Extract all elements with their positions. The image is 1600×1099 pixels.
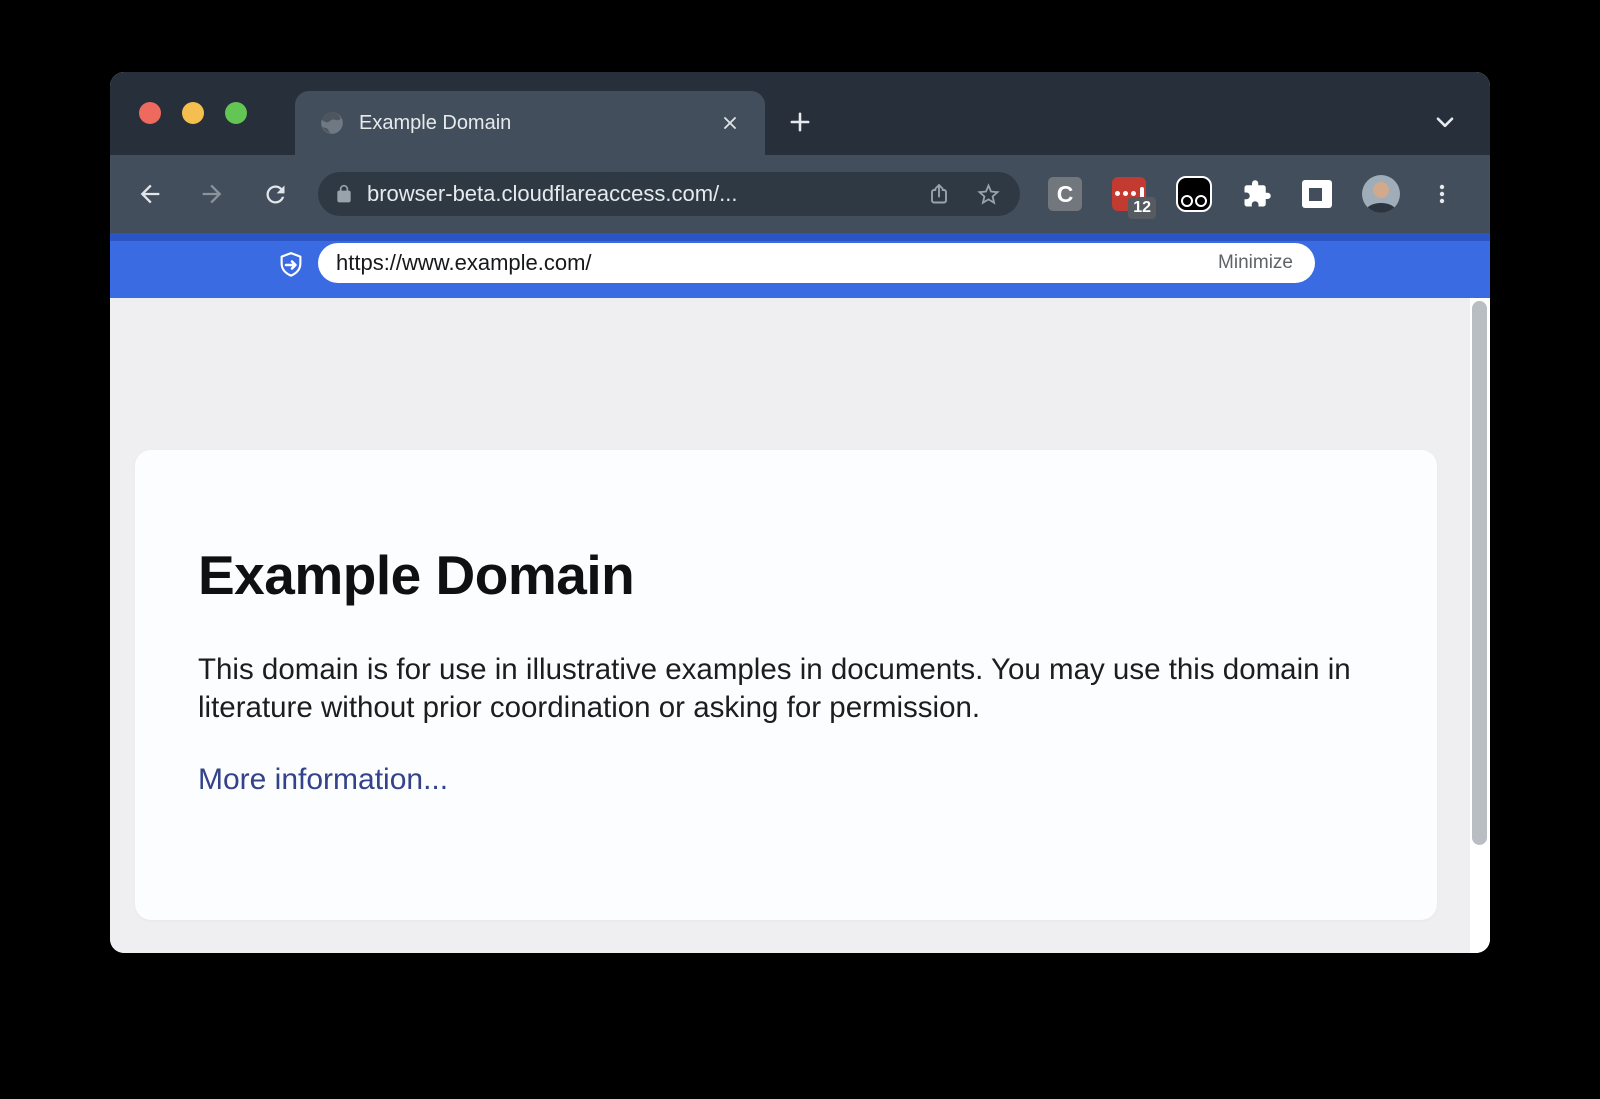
side-panel-inner [1309, 188, 1322, 201]
lock-icon [334, 184, 354, 204]
page-viewport: Example Domain This domain is for use in… [110, 298, 1490, 953]
share-icon[interactable] [927, 182, 951, 206]
fullscreen-window-button[interactable] [225, 102, 247, 124]
window-controls [139, 102, 247, 124]
isolation-url: https://www.example.com/ [336, 250, 1218, 276]
globe-favicon-icon [319, 110, 345, 136]
isolation-shield-icon [276, 250, 306, 280]
address-bar[interactable]: browser-beta.cloudflareaccess.com/... [318, 172, 1020, 216]
page-title: Example Domain [198, 544, 1377, 607]
extension-badge-count: 12 [1128, 197, 1156, 219]
avatar-head [1373, 182, 1389, 198]
minimize-button[interactable]: Minimize [1218, 252, 1293, 274]
extensions-row: C 12 [1048, 155, 1454, 233]
more-information-link[interactable]: More information... [198, 763, 448, 797]
tab-title: Example Domain [359, 112, 715, 135]
content-card: Example Domain This domain is for use in… [135, 450, 1437, 920]
new-tab-button[interactable] [778, 100, 822, 144]
window-titlebar[interactable]: Example Domain [110, 72, 1490, 155]
side-panel-icon[interactable] [1302, 180, 1332, 208]
browser-toolbar: browser-beta.cloudflareaccess.com/... C [110, 155, 1490, 233]
tab-close-icon[interactable] [715, 108, 745, 138]
tab-search-chevron-icon[interactable] [1424, 102, 1466, 142]
dot-icon [1123, 191, 1128, 196]
extensions-puzzle-icon[interactable] [1242, 179, 1272, 209]
browser-window: Example Domain [110, 72, 1490, 953]
close-window-button[interactable] [139, 102, 161, 124]
dot-icon [1131, 191, 1136, 196]
dot-icon [1115, 191, 1120, 196]
address-bar-url: browser-beta.cloudflareaccess.com/... [367, 181, 927, 207]
scrollbar-thumb[interactable] [1472, 301, 1487, 845]
two-circles-extension-icon[interactable] [1176, 176, 1212, 212]
password-manager-extension-icon[interactable]: 12 [1112, 177, 1146, 211]
isolation-bar: https://www.example.com/ Minimize [110, 233, 1490, 298]
forward-button[interactable] [190, 172, 234, 216]
browser-menu-icon[interactable] [1430, 181, 1454, 207]
minimize-window-button[interactable] [182, 102, 204, 124]
circle-icon [1195, 195, 1207, 207]
avatar-body [1366, 203, 1396, 213]
back-button[interactable] [128, 172, 172, 216]
scrollbar-track[interactable] [1470, 298, 1490, 953]
page-paragraph: This domain is for use in illustrative e… [198, 651, 1353, 727]
circle-icon [1181, 195, 1193, 207]
reload-button[interactable] [253, 172, 297, 216]
tab-example-domain[interactable]: Example Domain [295, 91, 765, 155]
extension-c-label: C [1057, 181, 1074, 208]
extension-c-icon[interactable]: C [1048, 177, 1082, 211]
profile-avatar[interactable] [1362, 175, 1400, 213]
bookmark-star-icon[interactable] [975, 181, 1002, 208]
isolation-address-bar[interactable]: https://www.example.com/ Minimize [318, 243, 1315, 283]
